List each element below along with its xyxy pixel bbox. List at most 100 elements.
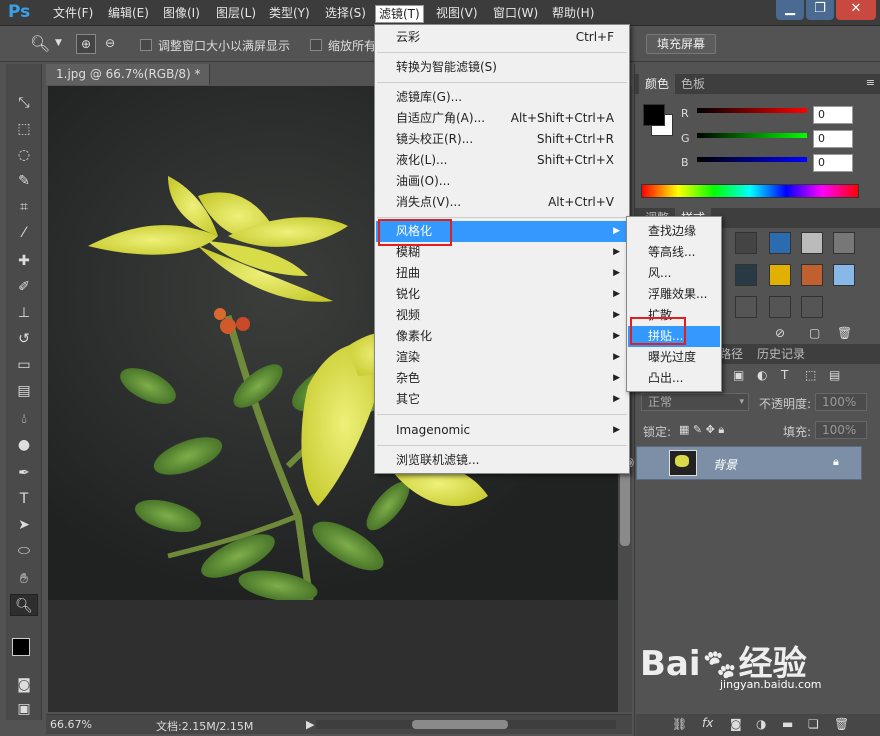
filter-shape-icon[interactable]: ⬚ — [805, 368, 816, 382]
close-button[interactable]: ✕ — [836, 0, 876, 20]
zoom-out-icon[interactable]: ⊖ — [100, 34, 120, 54]
eyedropper-tool-icon[interactable]: ⁄ — [10, 222, 38, 244]
color-spectrum-bar[interactable] — [641, 184, 859, 198]
menu-item-liquify[interactable]: 液化(L)... Shift+Ctrl+X — [376, 150, 628, 171]
style-swatch[interactable] — [801, 232, 823, 254]
filter-image-icon[interactable]: ▣ — [733, 368, 744, 382]
screen-mode-icon[interactable]: ▣ — [10, 698, 38, 720]
healing-brush-icon[interactable]: ✚ — [10, 250, 38, 272]
menu-help[interactable]: 帮助(H) — [549, 5, 597, 23]
b-slider[interactable] — [697, 157, 807, 162]
filter-smart-icon[interactable]: ▤ — [829, 368, 840, 382]
menu-item-smart-filter[interactable]: 转换为智能滤镜(S) — [376, 57, 628, 78]
maximize-button[interactable]: ❐ — [806, 0, 834, 20]
menu-view[interactable]: 视图(V) — [433, 5, 481, 23]
document-tab[interactable]: 1.jpg @ 66.7%(RGB/8) * — [46, 64, 210, 85]
filter-type-icon[interactable]: T — [781, 368, 788, 382]
menu-window[interactable]: 窗口(W) — [490, 5, 541, 23]
status-menu-icon[interactable]: ▶ — [306, 718, 314, 731]
lock-pixels-icon[interactable]: ▦ ✎ ✥ 🔒︎ — [679, 423, 724, 437]
trash-icon[interactable]: 🗑︎ — [837, 326, 852, 340]
blend-mode-select[interactable]: 正常 ▾ — [641, 393, 749, 411]
new-layer-icon[interactable]: ❏ — [808, 717, 819, 731]
style-swatch[interactable] — [769, 296, 791, 318]
scroll-thumb[interactable] — [620, 466, 630, 546]
submenu-item-find-edges[interactable]: 查找边缘 — [628, 221, 720, 242]
filter-adjust-icon[interactable]: ◐ — [757, 368, 767, 382]
style-swatch[interactable] — [735, 264, 757, 286]
resize-windows-checkbox[interactable] — [140, 39, 152, 51]
zoom-in-icon[interactable]: ⊕ — [76, 34, 96, 54]
menu-item-vanishing-point[interactable]: 消失点(V)... Alt+Ctrl+V — [376, 192, 628, 213]
zoom-tool-icon[interactable]: 🔍︎ — [30, 34, 50, 53]
pen-tool-icon[interactable]: ✒ — [10, 462, 38, 484]
hand-tool-icon[interactable]: ✋︎ — [10, 568, 38, 590]
b-value-field[interactable]: 0 — [813, 154, 853, 172]
move-tool-icon[interactable]: ⤡ — [10, 92, 38, 114]
opacity-field[interactable]: 100% — [815, 393, 867, 411]
history-brush-icon[interactable]: ↺ — [10, 328, 38, 350]
type-tool-icon[interactable]: T — [10, 488, 38, 510]
group-folder-icon[interactable]: ▬ — [782, 717, 793, 731]
layer-row-background[interactable]: ◉ 背景 🔒︎ — [623, 446, 862, 480]
menu-item-imagenomic[interactable]: Imagenomic ▶ — [376, 420, 628, 441]
chevron-down-icon[interactable]: ▼ — [55, 38, 62, 48]
menu-item-oil-paint[interactable]: 油画(O)... — [376, 171, 628, 192]
menu-item-pixelate[interactable]: 像素化 ▶ — [376, 326, 628, 347]
menu-item-lens-correction[interactable]: 镜头校正(R)... Shift+Ctrl+R — [376, 129, 628, 150]
zoom-readout[interactable]: 66.67% — [50, 718, 92, 731]
horizontal-scrollbar[interactable] — [316, 720, 616, 729]
g-value-field[interactable]: 0 — [813, 130, 853, 148]
menu-file[interactable]: 文件(F) — [50, 5, 96, 23]
menu-layer[interactable]: 图层(L) — [213, 5, 259, 23]
r-slider[interactable] — [697, 108, 807, 113]
submenu-item-emboss[interactable]: 浮雕效果... — [628, 284, 720, 305]
tab-swatches[interactable]: 色板 — [675, 74, 711, 94]
new-style-icon[interactable]: ▢ — [809, 326, 820, 340]
delete-layer-icon[interactable]: 🗑︎ — [834, 717, 849, 731]
menu-item-render[interactable]: 渲染 ▶ — [376, 347, 628, 368]
crop-tool-icon[interactable]: ⌗ — [10, 196, 38, 218]
style-swatch[interactable] — [833, 264, 855, 286]
brush-tool-icon[interactable]: ✐ — [10, 276, 38, 298]
submenu-item-wind[interactable]: 风... — [628, 263, 720, 284]
shape-tool-icon[interactable]: ⬭ — [10, 540, 38, 562]
hscroll-thumb[interactable] — [412, 720, 508, 729]
eraser-tool-icon[interactable]: ▭ — [10, 354, 38, 376]
stamp-tool-icon[interactable]: ⊥ — [10, 302, 38, 324]
lasso-tool-icon[interactable]: ◌ — [10, 144, 38, 166]
layer-name[interactable]: 背景 — [713, 456, 737, 473]
foreground-color-swatch[interactable] — [12, 638, 30, 656]
menu-edit[interactable]: 编辑(E) — [105, 5, 152, 23]
menu-type[interactable]: 类型(Y) — [266, 5, 313, 23]
menu-item-video[interactable]: 视频 ▶ — [376, 305, 628, 326]
menu-item-filter-gallery[interactable]: 滤镜库(G)... — [376, 87, 628, 108]
fill-screen-button[interactable]: 填充屏幕 — [646, 34, 717, 54]
dodge-tool-icon[interactable]: ● — [10, 434, 38, 456]
style-swatch[interactable] — [833, 232, 855, 254]
clear-style-icon[interactable]: ⊘ — [775, 326, 785, 340]
gradient-tool-icon[interactable]: ▤ — [10, 380, 38, 402]
link-layers-icon[interactable]: ⛓ — [672, 717, 687, 731]
style-swatch[interactable] — [801, 264, 823, 286]
panel-menu-icon[interactable]: ≡ — [866, 76, 875, 89]
menu-select[interactable]: 选择(S) — [322, 5, 369, 23]
quick-select-tool-icon[interactable]: ✎ — [10, 170, 38, 192]
zoom-all-checkbox[interactable] — [310, 39, 322, 51]
submenu-item-extrude[interactable]: 凸出... — [628, 368, 720, 389]
tab-history[interactable]: 历史记录 — [751, 344, 811, 364]
marquee-tool-icon[interactable]: ⬚ — [10, 118, 38, 140]
tab-color[interactable]: 颜色 — [639, 74, 676, 94]
submenu-item-contour[interactable]: 等高线... — [628, 242, 720, 263]
r-value-field[interactable]: 0 — [813, 106, 853, 124]
style-swatch[interactable] — [769, 264, 791, 286]
g-slider[interactable] — [697, 133, 807, 138]
menu-image[interactable]: 图像(I) — [160, 5, 203, 23]
menu-item-browse-online[interactable]: 浏览联机滤镜... — [376, 450, 628, 471]
style-swatch[interactable] — [735, 296, 757, 318]
menu-item-sharpen[interactable]: 锐化 ▶ — [376, 284, 628, 305]
color-panel-fg-swatch[interactable] — [643, 104, 665, 126]
style-swatch[interactable] — [801, 296, 823, 318]
add-mask-icon[interactable]: ◙ — [730, 717, 742, 731]
menu-item-noise[interactable]: 杂色 ▶ — [376, 368, 628, 389]
